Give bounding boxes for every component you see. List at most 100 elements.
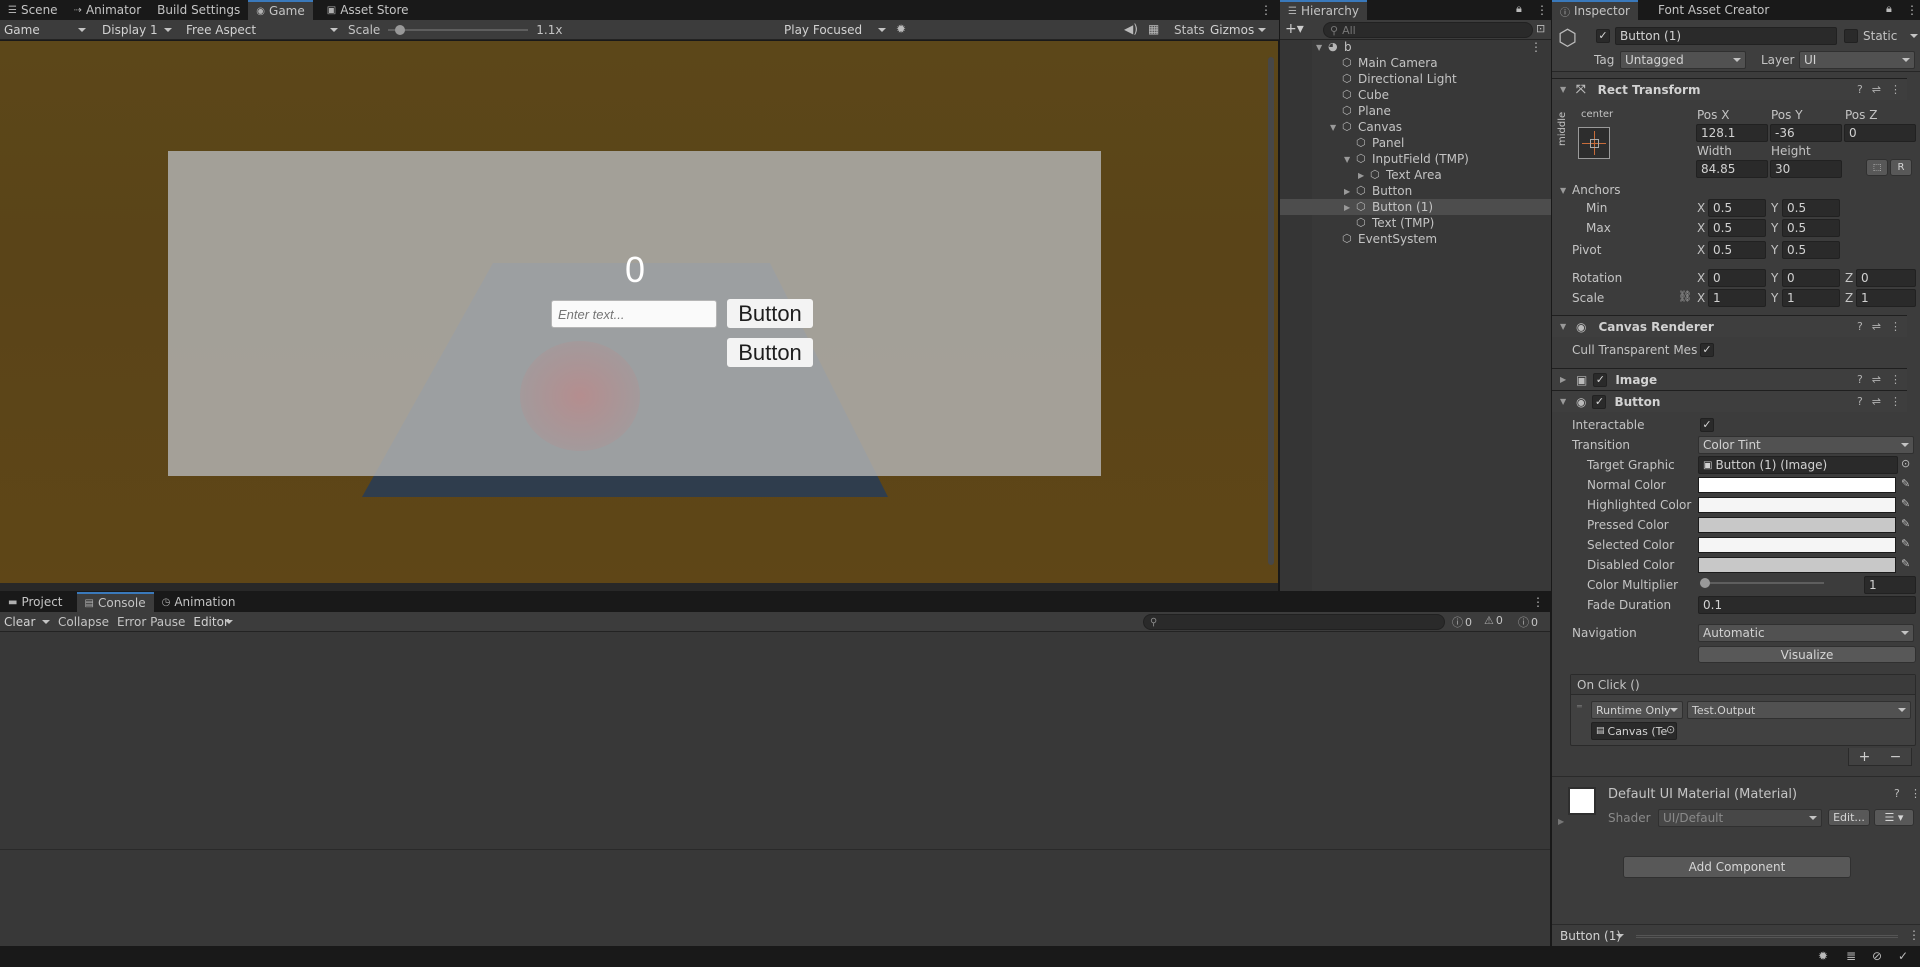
more-menu-icon[interactable]: ⋮: [1890, 83, 1901, 96]
preview-object-dropdown[interactable]: Button (1): [1556, 927, 1628, 945]
expand-arrow-icon[interactable]: ▶: [1344, 187, 1356, 196]
presets-icon[interactable]: ⇌: [1872, 83, 1881, 96]
fold-arrow-icon[interactable]: ▼: [1560, 85, 1572, 94]
scene-root-row[interactable]: ▼ ◕ b ⋮: [1280, 39, 1552, 55]
highlighted-color-swatch[interactable]: [1698, 497, 1896, 513]
game-input-field[interactable]: [551, 300, 717, 328]
static-dropdown[interactable]: [1902, 27, 1920, 45]
game-view[interactable]: 0 Button Button: [0, 41, 1278, 591]
expand-arrow-icon[interactable]: ▶: [1344, 203, 1356, 212]
log-count-toggle[interactable]: ⓘ 0: [1452, 614, 1472, 630]
lock-icon[interactable]: 🔒︎: [1886, 2, 1892, 16]
anchor-preset-button[interactable]: [1578, 127, 1610, 159]
anchor-max-y-field[interactable]: 0.5: [1782, 219, 1840, 237]
cull-transparent-checkbox[interactable]: ✓: [1700, 343, 1714, 357]
hierarchy-item[interactable]: ▶ ⬡ Button: [1280, 183, 1552, 199]
fold-arrow-icon[interactable]: ▼: [1560, 397, 1572, 406]
clear-dropdown[interactable]: Clear: [0, 613, 54, 631]
expand-arrow-icon[interactable]: ▼: [1344, 155, 1356, 164]
scale-z-field[interactable]: 1: [1856, 289, 1916, 307]
game-button-2[interactable]: Button: [727, 338, 813, 367]
material-preview[interactable]: [1568, 787, 1596, 815]
target-graphic-field[interactable]: ▣ Button (1) (Image): [1698, 456, 1898, 474]
tab-console[interactable]: ▤ Console: [76, 592, 154, 612]
anchor-min-y-field[interactable]: 0.5: [1782, 199, 1840, 217]
drag-handle-icon[interactable]: ═: [1577, 702, 1582, 711]
object-name-field[interactable]: Button (1): [1615, 27, 1837, 45]
tab-animator[interactable]: ⇢ Animator: [66, 0, 150, 20]
image-header[interactable]: ▶ ▣ ✓ Image ? ⇌ ⋮: [1552, 368, 1907, 390]
transition-dropdown[interactable]: Color Tint: [1698, 436, 1914, 454]
presets-icon[interactable]: ⇌: [1872, 395, 1881, 408]
visualize-button[interactable]: Visualize: [1698, 646, 1916, 663]
more-menu-icon[interactable]: ⋮: [1536, 3, 1548, 17]
tab-animation[interactable]: ◷ Animation: [154, 592, 244, 612]
runtime-dropdown[interactable]: Runtime Only: [1591, 701, 1683, 719]
tab-asset-store[interactable]: ▣ Asset Store: [319, 0, 417, 20]
more-menu-icon[interactable]: ⋮: [1532, 595, 1544, 609]
mute-audio-icon[interactable]: ◀): [1124, 22, 1138, 36]
eyedropper-icon[interactable]: ✎: [1901, 557, 1910, 570]
presets-icon[interactable]: ⇌: [1872, 373, 1881, 386]
fold-arrow-icon[interactable]: ▶: [1560, 375, 1572, 384]
shader-menu-button[interactable]: ☰ ▾: [1874, 809, 1914, 826]
pivot-x-field[interactable]: 0.5: [1708, 241, 1766, 259]
tab-inspector[interactable]: ⓘ Inspector: [1552, 0, 1638, 20]
more-menu-icon[interactable]: ⋮: [1890, 373, 1901, 386]
interactable-checkbox[interactable]: ✓: [1700, 418, 1714, 432]
eyedropper-icon[interactable]: ✎: [1901, 537, 1910, 550]
debug-icon[interactable]: ✹: [1818, 949, 1828, 963]
normal-color-swatch[interactable]: [1698, 477, 1896, 493]
anchors-foldout[interactable]: ▼ Anchors: [1560, 183, 1621, 197]
hierarchy-item[interactable]: ⬡ Cube: [1280, 87, 1552, 103]
more-menu-icon[interactable]: ⋮: [1906, 3, 1918, 17]
bug-icon[interactable]: ✹: [896, 22, 906, 36]
more-menu-icon[interactable]: ⋮: [1910, 787, 1920, 800]
collapse-toggle[interactable]: Collapse: [54, 612, 113, 632]
tab-font-asset-creator[interactable]: Font Asset Creator: [1650, 0, 1777, 20]
more-menu-icon[interactable]: ⋮: [1890, 320, 1901, 333]
eyedropper-icon[interactable]: ✎: [1901, 477, 1910, 490]
eyedropper-icon[interactable]: ✎: [1901, 517, 1910, 530]
console-search[interactable]: ⚲: [1143, 614, 1445, 630]
help-icon[interactable]: ?: [1857, 320, 1863, 333]
create-dropdown[interactable]: +▾: [1285, 21, 1304, 37]
raw-edit-button[interactable]: R: [1890, 159, 1912, 176]
target-object-field[interactable]: ▤ Canvas (Te: [1591, 722, 1677, 740]
more-menu-icon[interactable]: ⋮: [1908, 928, 1920, 942]
error-count-toggle[interactable]: ⓘ 0: [1518, 614, 1538, 630]
console-log-area[interactable]: [0, 633, 1550, 850]
scale-x-field[interactable]: 1: [1708, 289, 1766, 307]
game-view-dropdown[interactable]: Game: [0, 21, 90, 39]
add-component-button[interactable]: Add Component: [1623, 856, 1851, 878]
add-listener-button[interactable]: +: [1859, 749, 1871, 765]
help-icon[interactable]: ?: [1857, 395, 1863, 408]
tab-scene[interactable]: ☰ Scene: [0, 0, 66, 20]
fade-duration-field[interactable]: 0.1: [1698, 596, 1916, 614]
tab-hierarchy[interactable]: ☰ Hierarchy: [1280, 0, 1367, 20]
lock-icon[interactable]: 🔒︎: [1516, 2, 1522, 16]
height-field[interactable]: 30: [1770, 160, 1842, 178]
disabled-color-swatch[interactable]: [1698, 557, 1896, 573]
help-icon[interactable]: ?: [1857, 373, 1863, 386]
editor-dropdown[interactable]: Editor: [189, 613, 237, 631]
expand-arrow-icon[interactable]: ▼: [1330, 123, 1342, 132]
width-field[interactable]: 84.85: [1696, 160, 1768, 178]
hierarchy-search[interactable]: ⚲ All: [1323, 22, 1533, 38]
hierarchy-item[interactable]: ▶ ⬡ Button (1): [1280, 199, 1552, 215]
check-icon[interactable]: ✓: [1898, 949, 1908, 963]
anchor-max-x-field[interactable]: 0.5: [1708, 219, 1766, 237]
warning-count-toggle[interactable]: ⚠ 0: [1484, 614, 1503, 627]
scale-slider[interactable]: [388, 23, 529, 37]
object-picker-icon[interactable]: ⊙: [1901, 457, 1910, 470]
rotation-y-field[interactable]: 0: [1782, 269, 1840, 287]
display-dropdown[interactable]: Display 1: [98, 21, 176, 39]
selected-color-swatch[interactable]: [1698, 537, 1896, 553]
hierarchy-item[interactable]: ▼ ⬡ InputField (TMP): [1280, 151, 1552, 167]
more-menu-icon[interactable]: ⋮: [1890, 395, 1901, 408]
aspect-dropdown[interactable]: Free Aspect: [182, 21, 342, 39]
gizmos-dropdown[interactable]: Gizmos: [1206, 21, 1270, 39]
tab-game[interactable]: ◉ Game: [248, 0, 313, 20]
expand-arrow-icon[interactable]: ▼: [1316, 43, 1328, 52]
fold-arrow-icon[interactable]: ▶: [1558, 817, 1564, 826]
